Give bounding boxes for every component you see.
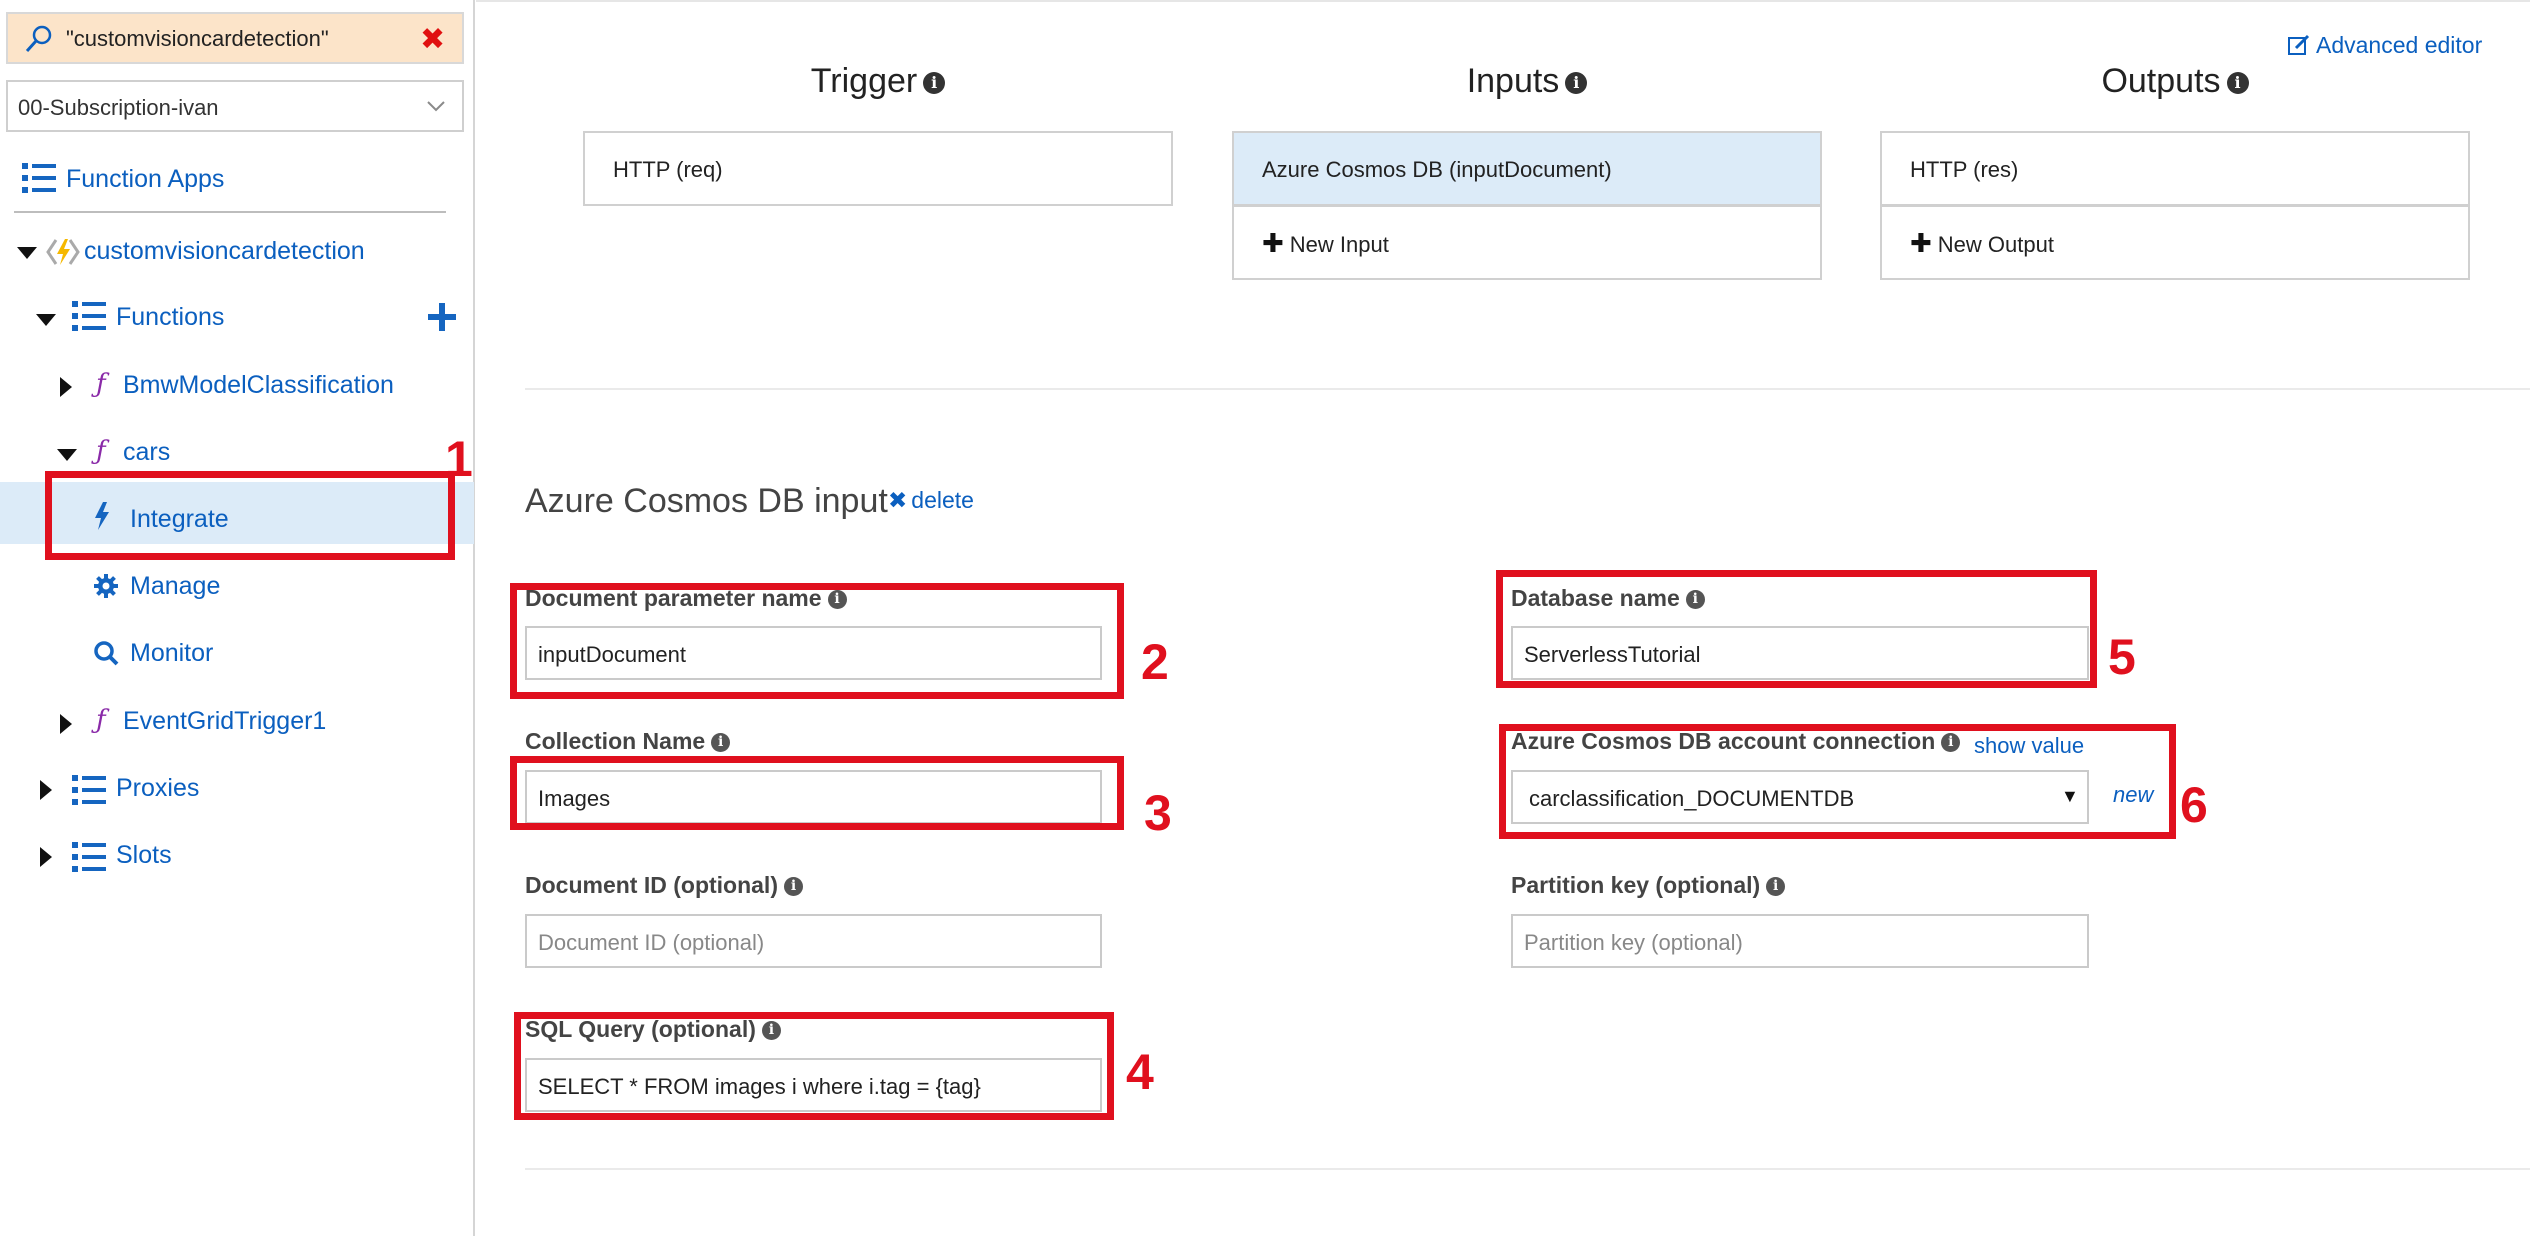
nav-functions[interactable]: Functions [116,303,224,332]
collection-label-text: Collection Name [525,728,706,754]
delete-icon: ✖ [888,487,908,513]
new-input-label: New Input [1289,232,1389,257]
annotation-number-4: 4 [1126,1044,1154,1100]
info-icon[interactable]: i [1766,877,1786,897]
annotation-box-1 [45,471,455,560]
top-border [476,0,2530,2]
divider [14,211,446,213]
nav-function-cars[interactable]: cars [123,438,170,467]
output-binding[interactable]: HTTP (res) [1880,131,2470,206]
annotation-number-2: 2 [1141,634,1169,690]
list-icon [22,163,56,193]
outputs-heading: Outputs i [1880,62,2470,101]
plus-icon: ✚ [1262,228,1284,258]
section-divider [525,1168,2530,1170]
expand-icon[interactable] [60,377,72,397]
new-output-label: New Output [1937,232,2054,257]
doc-id-placeholder: Document ID (optional) [538,930,765,955]
subscription-select[interactable]: 00-Subscription-ivan [6,80,464,132]
section-title: Azure Cosmos DB input [525,482,888,520]
search-input[interactable]: "customvisioncardetection" [66,26,329,52]
info-icon[interactable]: i [1565,72,1588,95]
subscription-value: 00-Subscription-ivan [18,95,219,120]
nav-slots[interactable]: Slots [116,841,172,870]
annotation-box-4 [514,1012,1114,1120]
info-icon[interactable]: i [783,877,803,897]
annotation-box-5 [1496,570,2097,688]
info-icon[interactable]: i [711,733,731,753]
collection-label: Collection Name i [525,728,731,755]
new-input-content: ✚ New Input [1262,228,1389,259]
new-input-button[interactable]: ✚ New Input [1232,205,1822,280]
list-icon [72,775,106,805]
add-icon[interactable] [427,302,457,332]
list-icon [72,842,106,872]
partition-input[interactable]: Partition key (optional) [1511,914,2089,968]
function-icon: ƒ [96,369,106,399]
output-binding-label: HTTP (res) [1910,157,2019,182]
nav-function-eventgrid[interactable]: EventGridTrigger1 [123,707,326,736]
inputs-heading: Inputs i [1232,62,1822,101]
doc-id-label: Document ID (optional) i [525,872,803,899]
chevron-down-icon [427,101,445,112]
outputs-title: Outputs [2101,62,2221,100]
trigger-title: Trigger [810,62,918,100]
annotation-number-1: 1 [445,431,473,487]
list-icon [72,301,106,331]
delete-link[interactable]: ✖ delete [888,487,974,514]
collapse-icon[interactable] [36,314,56,326]
nav-function-apps[interactable]: Function Apps [66,165,224,194]
search-filter[interactable]: "customvisioncardetection" ✖ [6,12,464,64]
collapse-icon[interactable] [17,247,37,259]
search-icon [94,641,119,666]
function-icon: ƒ [96,705,106,735]
info-icon[interactable]: i [2226,72,2249,95]
info-icon[interactable]: i [923,72,946,95]
advanced-editor-label: Advanced editor [2316,32,2483,58]
nav-app-name[interactable]: customvisioncardetection [84,237,365,266]
annotation-box-6 [1499,724,2176,839]
nav-proxies[interactable]: Proxies [116,774,199,803]
annotation-number-3: 3 [1144,785,1172,841]
trigger-heading: Trigger i [583,62,1173,101]
nav-monitor[interactable]: Monitor [130,639,213,668]
partition-label-text: Partition key (optional) [1511,872,1761,898]
clear-search-icon[interactable]: ✖ [420,22,445,57]
doc-id-label-text: Document ID (optional) [525,872,778,898]
input-binding-selected[interactable]: Azure Cosmos DB (inputDocument) [1232,131,1822,206]
function-app-icon [46,239,80,265]
section-divider [525,388,2530,390]
input-binding-label: Azure Cosmos DB (inputDocument) [1262,157,1612,182]
partition-label: Partition key (optional) i [1511,872,1786,899]
delete-label: delete [911,487,974,513]
annotation-number-6: 6 [2180,777,2208,833]
annotation-number-5: 5 [2108,629,2136,685]
expand-icon[interactable] [40,780,52,800]
search-icon [25,25,52,53]
doc-id-input[interactable]: Document ID (optional) [525,914,1102,968]
expand-icon[interactable] [40,847,52,867]
nav-manage[interactable]: Manage [130,572,220,601]
advanced-editor-link[interactable]: Advanced editor [2288,32,2482,59]
trigger-binding[interactable]: HTTP (req) [583,131,1173,206]
function-icon: ƒ [96,436,106,466]
new-output-button[interactable]: ✚ New Output [1880,205,2470,280]
expand-icon[interactable] [60,714,72,734]
trigger-binding-label: HTTP (req) [613,157,723,182]
nav-function-bmw[interactable]: BmwModelClassification [123,371,394,400]
annotation-box-3 [510,756,1124,830]
gear-icon [94,574,118,598]
partition-placeholder: Partition key (optional) [1524,930,1743,955]
inputs-title: Inputs [1466,62,1560,100]
plus-icon: ✚ [1910,228,1932,258]
edit-icon [2288,34,2310,55]
new-output-content: ✚ New Output [1910,228,2054,259]
collapse-icon[interactable] [57,449,77,461]
annotation-box-2 [510,583,1124,699]
sidebar: "customvisioncardetection" ✖ 00-Subscrip… [0,0,475,1236]
